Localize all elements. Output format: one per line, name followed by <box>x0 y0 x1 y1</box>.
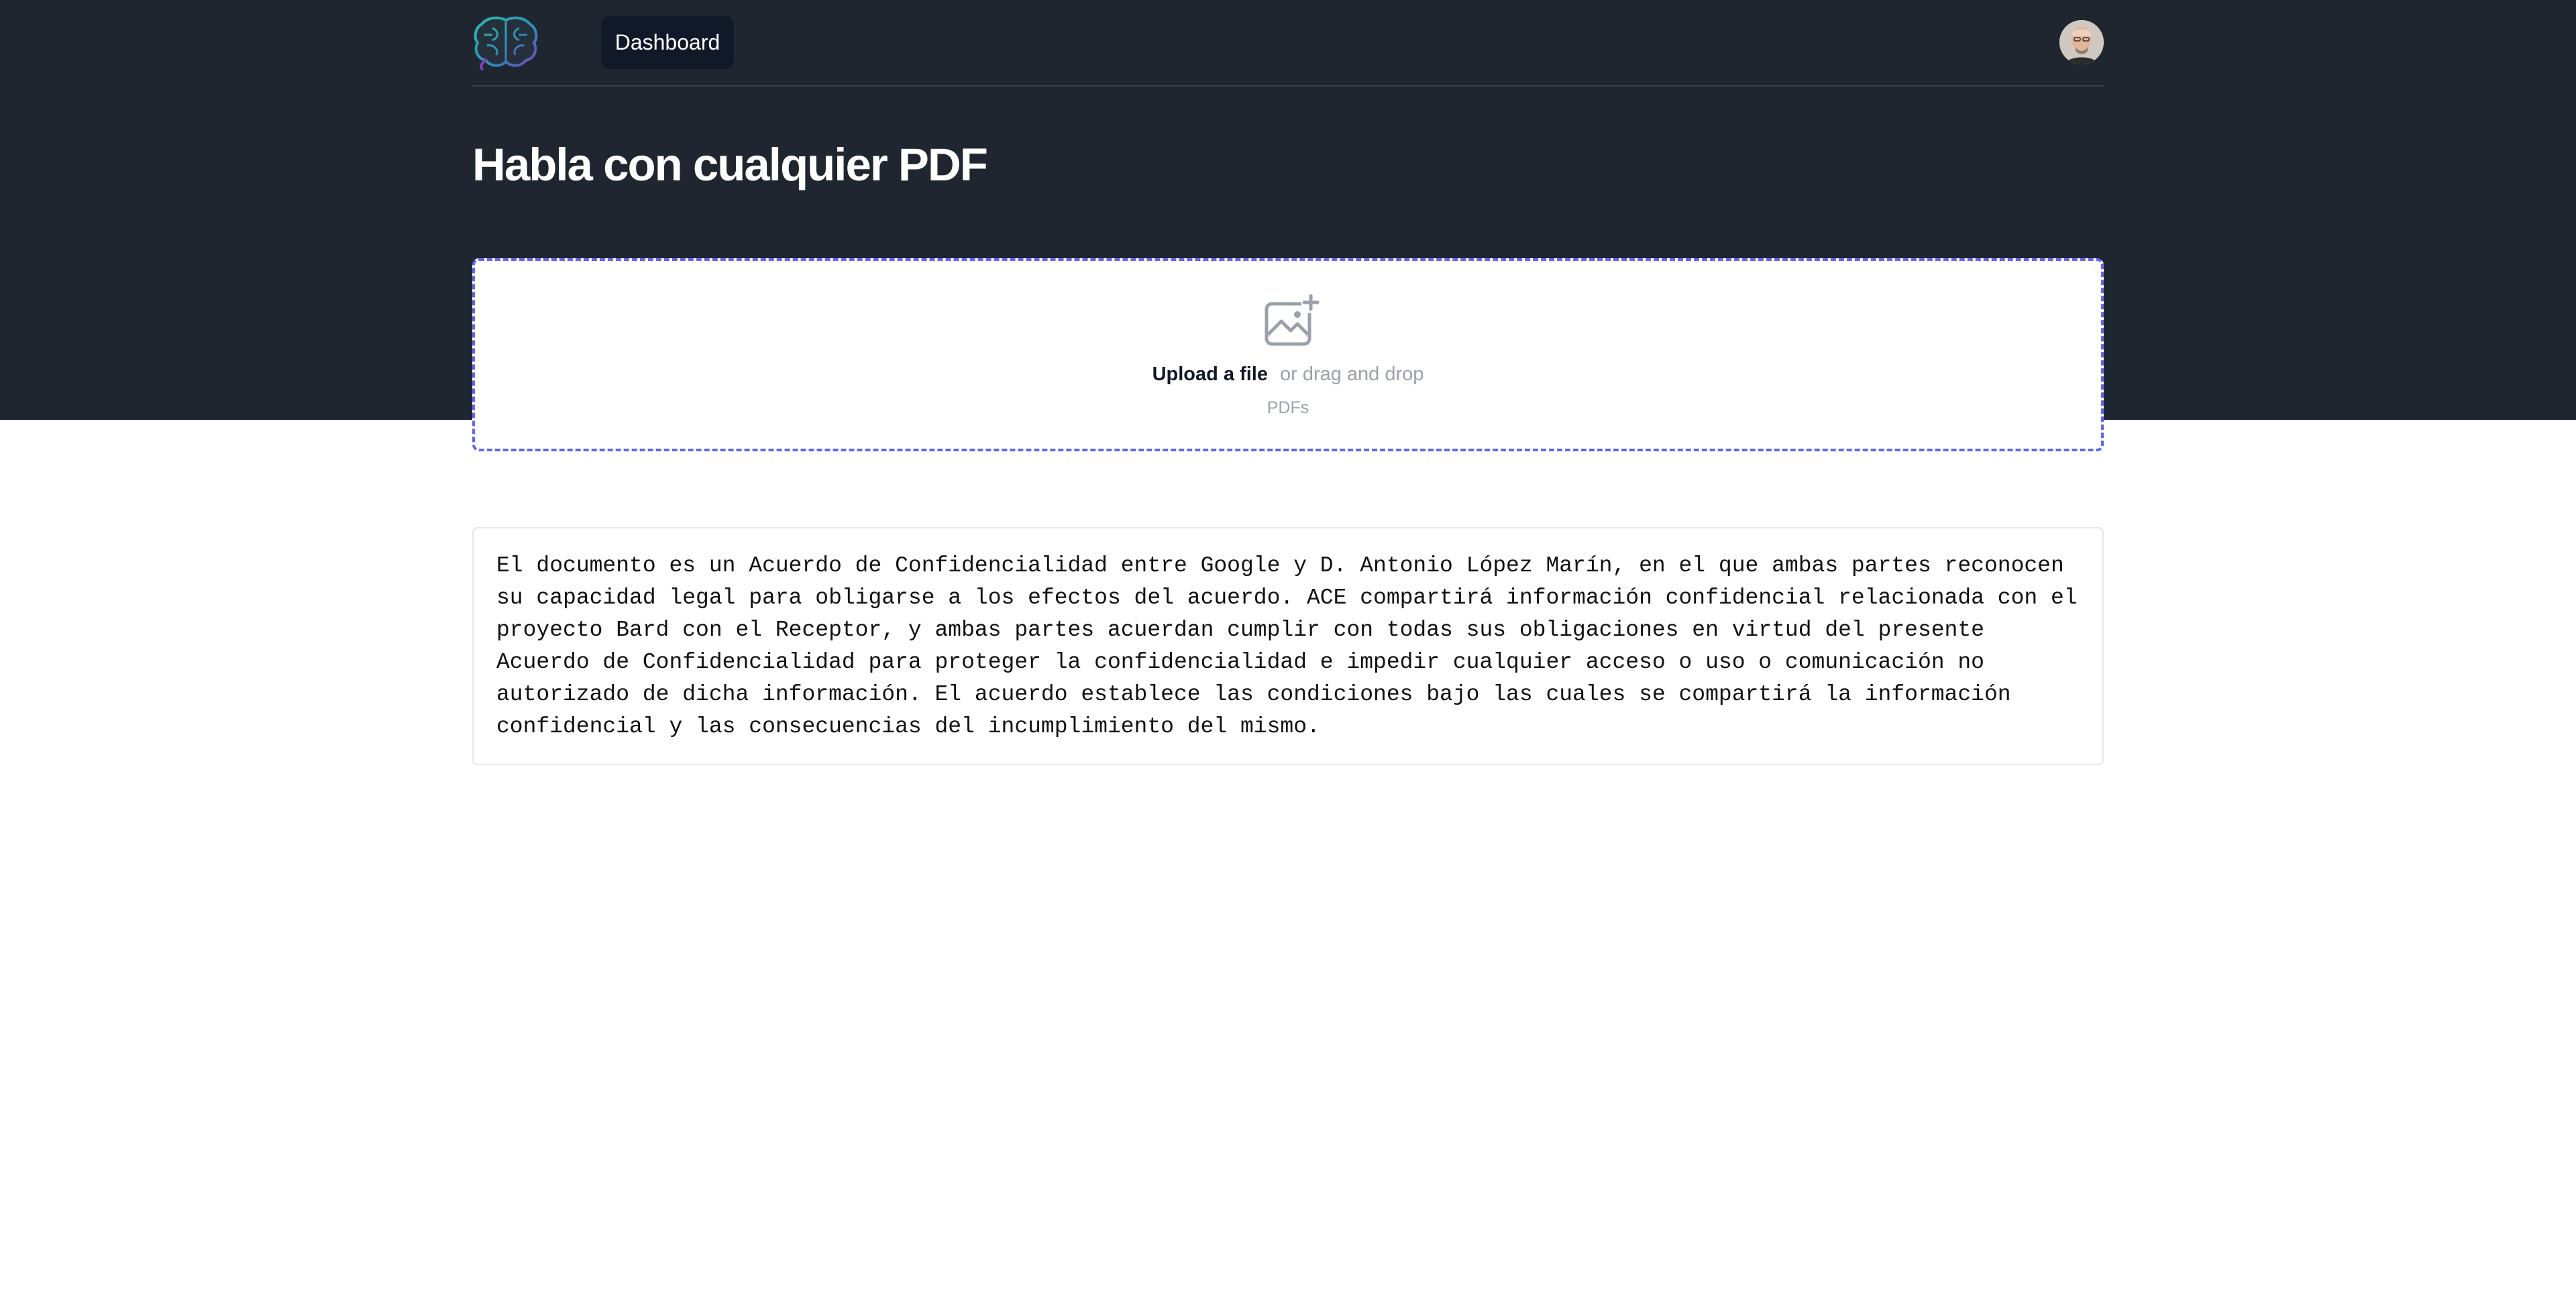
navbar: Dashboard <box>472 0 2104 87</box>
accepted-file-types: PDFs <box>1267 398 1309 417</box>
nav-dashboard-link[interactable]: Dashboard <box>601 16 734 69</box>
upload-prompt: Upload a file or drag and drop <box>475 363 2101 386</box>
summary-panel: El documento es un Acuerdo de Confidenci… <box>472 527 2104 765</box>
summary-text: El documento es un Acuerdo de Confidenci… <box>496 553 2078 739</box>
nav-dashboard-label: Dashboard <box>614 30 720 54</box>
image-plus-icon <box>1264 294 1320 348</box>
upload-file-link[interactable]: Upload a file <box>1152 363 1268 385</box>
page-title: Habla con cualquier PDF <box>472 139 988 190</box>
file-dropzone[interactable]: Upload a file or drag and drop PDFs <box>472 258 2104 451</box>
drag-drop-hint: or drag and drop <box>1279 363 1424 385</box>
brain-logo-icon[interactable] <box>472 15 539 71</box>
user-avatar[interactable] <box>2059 20 2104 64</box>
